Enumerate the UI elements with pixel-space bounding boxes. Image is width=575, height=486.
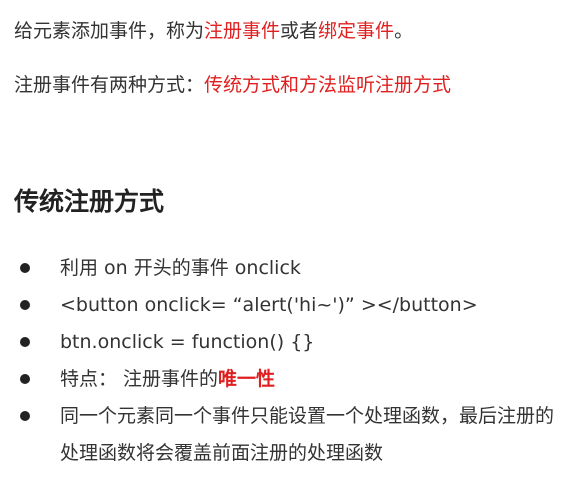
bullet-item-override-note: 同一个元素同一个事件只能设置一个处理函数，最后注册的处理函数将会覆盖前面注册的处… bbox=[0, 398, 575, 472]
intro-line-1: 给元素添加事件，称为注册事件或者绑定事件。 bbox=[14, 18, 413, 44]
bullet-item-property-handler: btn.onclick = function() {} bbox=[0, 324, 575, 361]
bullet-text: <button onclick= “alert('hi~')” ></butto… bbox=[60, 294, 478, 316]
bullet-dot-icon bbox=[20, 411, 30, 421]
bullet-dot-icon bbox=[20, 263, 30, 273]
bullet-text: btn.onclick = function() {} bbox=[60, 331, 315, 353]
bullet-list: 利用 on 开头的事件 onclick <button onclick= “al… bbox=[0, 250, 575, 472]
bullet-item-onclick-prefix: 利用 on 开头的事件 onclick bbox=[0, 250, 575, 287]
bullet-dot-icon bbox=[20, 300, 30, 310]
term-register-event: 注册事件 bbox=[204, 20, 281, 42]
section-heading: 传统注册方式 bbox=[14, 187, 165, 216]
intro-line-2-highlight: 传统方式和方法监听注册方式 bbox=[204, 74, 452, 96]
term-bind-event: 绑定事件 bbox=[318, 20, 395, 42]
intro-line-1-middle: 或者 bbox=[280, 20, 319, 42]
intro-line-1-suffix: 。 bbox=[394, 20, 414, 42]
intro-line-1-prefix: 给元素添加事件，称为 bbox=[14, 20, 205, 42]
bullet-text: 利用 on 开头的事件 onclick bbox=[60, 257, 301, 279]
uniqueness-highlight: 唯一性 bbox=[218, 368, 276, 390]
bullet-dot-icon bbox=[20, 337, 30, 347]
intro-line-2-prefix: 注册事件有两种方式： bbox=[14, 74, 205, 96]
bullet-dot-icon bbox=[20, 374, 30, 384]
intro-line-2: 注册事件有两种方式：传统方式和方法监听注册方式 bbox=[14, 72, 451, 98]
bullet-text-prefix: 特点： 注册事件的 bbox=[60, 368, 219, 390]
bullet-text: 同一个元素同一个事件只能设置一个处理函数，最后注册的处理函数将会覆盖前面注册的处… bbox=[60, 405, 555, 464]
bullet-item-feature: 特点： 注册事件的唯一性 bbox=[0, 361, 575, 398]
bullet-item-inline-handler: <button onclick= “alert('hi~')” ></butto… bbox=[0, 287, 575, 324]
